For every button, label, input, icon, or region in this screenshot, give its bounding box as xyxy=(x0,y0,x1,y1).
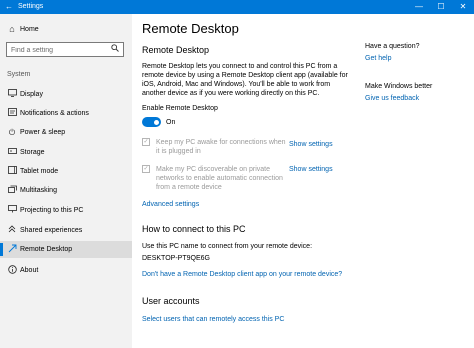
home-icon: ⌂ xyxy=(9,24,15,34)
sidebar-item-label: Shared experiences xyxy=(20,227,83,234)
sidebar-item-multitasking[interactable]: Multitasking xyxy=(0,182,132,199)
get-help-link[interactable]: Get help xyxy=(365,54,391,64)
pc-name-instruction: Use this PC name to connect from your re… xyxy=(142,243,313,250)
keep-awake-label: Keep my PC awake for connections when it… xyxy=(156,139,286,155)
back-arrow-icon[interactable]: ← xyxy=(4,1,14,13)
projecting-icon xyxy=(7,205,17,216)
section-heading-how-to-connect: How to connect to this PC xyxy=(142,224,246,234)
sidebar-item-remote-desktop[interactable]: Remote Desktop xyxy=(0,241,132,258)
settings-window: ← Settings — ☐ ✕ ⌂ Home System Display xyxy=(0,0,474,348)
about-icon xyxy=(7,265,17,276)
sidebar: ⌂ Home System Display Notifications & ac… xyxy=(0,14,132,348)
main-content: Remote Desktop Remote Desktop Remote Des… xyxy=(132,14,474,348)
sidebar-item-label: Home xyxy=(20,26,39,33)
storage-icon xyxy=(7,147,17,158)
sidebar-item-notifications[interactable]: Notifications & actions xyxy=(0,105,132,122)
page-title: Remote Desktop xyxy=(142,21,239,36)
maximize-button[interactable]: ☐ xyxy=(430,0,452,14)
sidebar-item-label: Power & sleep xyxy=(20,129,66,136)
sidebar-item-label: Remote Desktop xyxy=(20,246,73,253)
window-title: Settings xyxy=(18,3,44,10)
display-icon xyxy=(7,89,17,100)
enable-remote-desktop-label: Enable Remote Desktop xyxy=(142,105,218,112)
sidebar-item-label: Projecting to this PC xyxy=(20,207,84,214)
sidebar-item-label: Notifications & actions xyxy=(20,110,89,117)
sidebar-group-label: System xyxy=(7,71,31,78)
discoverable-label: Make my PC discoverable on private netwo… xyxy=(156,166,283,191)
title-bar: ← Settings — ☐ ✕ xyxy=(0,0,474,14)
sidebar-item-label: Tablet mode xyxy=(20,168,59,175)
advanced-settings-link[interactable]: Advanced settings xyxy=(142,200,199,210)
multitasking-icon xyxy=(7,185,17,196)
remote-desktop-description: Remote Desktop lets you connect to and c… xyxy=(142,63,348,97)
keep-awake-checkbox[interactable]: ✓ xyxy=(142,138,150,146)
sidebar-item-about[interactable]: About xyxy=(0,262,132,279)
sidebar-item-display[interactable]: Display xyxy=(0,86,132,103)
sidebar-item-home[interactable]: ⌂ Home xyxy=(0,21,132,39)
sidebar-item-power-sleep[interactable]: ⏻ Power & sleep xyxy=(0,124,132,141)
shared-icon xyxy=(7,225,17,236)
show-settings-link-network[interactable]: Show settings xyxy=(289,165,333,175)
sidebar-item-shared-experiences[interactable]: Shared experiences xyxy=(0,222,132,239)
pc-name-value: DESKTOP-PT9QE6G xyxy=(142,255,210,262)
have-a-question-heading: Have a question? xyxy=(365,43,420,50)
search-box[interactable] xyxy=(6,42,124,57)
show-settings-link-power[interactable]: Show settings xyxy=(289,140,333,150)
enable-remote-desktop-toggle[interactable] xyxy=(142,117,161,127)
search-icon[interactable] xyxy=(109,44,120,55)
search-input[interactable] xyxy=(11,45,109,55)
sidebar-item-label: About xyxy=(20,267,39,274)
sidebar-item-projecting[interactable]: Projecting to this PC xyxy=(0,202,132,219)
minimize-button[interactable]: — xyxy=(408,0,430,14)
sidebar-item-storage[interactable]: Storage xyxy=(0,144,132,161)
sidebar-item-label: Display xyxy=(20,91,43,98)
tablet-icon xyxy=(7,166,17,177)
discoverable-checkbox[interactable]: ✓ xyxy=(142,165,150,173)
power-icon: ⏻ xyxy=(8,128,16,137)
toggle-state-label: On xyxy=(166,119,176,126)
make-windows-better-heading: Make Windows better xyxy=(365,83,433,90)
client-app-link[interactable]: Don't have a Remote Desktop client app o… xyxy=(142,270,342,280)
select-users-link[interactable]: Select users that can remotely access th… xyxy=(142,315,284,325)
sidebar-item-label: Multitasking xyxy=(20,187,57,194)
give-feedback-link[interactable]: Give us feedback xyxy=(365,94,419,104)
section-heading-remote-desktop: Remote Desktop xyxy=(142,45,210,55)
sidebar-item-label: Storage xyxy=(20,149,45,156)
section-heading-user-accounts: User accounts xyxy=(142,296,200,306)
remote-desktop-icon xyxy=(7,244,17,255)
sidebar-item-tablet-mode[interactable]: Tablet mode xyxy=(0,163,132,180)
notifications-icon xyxy=(7,108,17,119)
toggle-knob xyxy=(154,119,159,125)
close-button[interactable]: ✕ xyxy=(452,0,474,14)
